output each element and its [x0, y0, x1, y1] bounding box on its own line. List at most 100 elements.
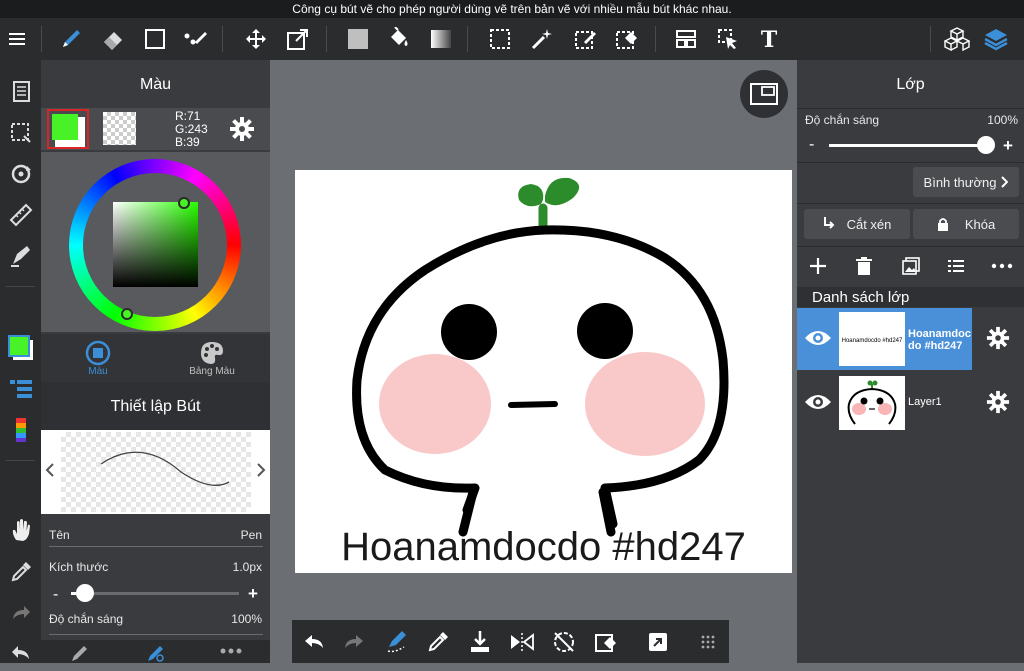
grid-dots-menu-icon[interactable]: [688, 620, 728, 663]
layer-visibility-eye-icon[interactable]: [804, 392, 832, 412]
layer-opacity-value: 100%: [987, 113, 1018, 127]
drawing-canvas[interactable]: Hoanamdocdo #hd247: [295, 170, 792, 573]
canvas-area: Hoanamdocdo #hd247: [270, 60, 797, 663]
lock-button[interactable]: Khóa: [913, 209, 1019, 239]
layer-visibility-eye-icon[interactable]: [804, 328, 832, 348]
text-tool-icon[interactable]: T: [749, 18, 789, 60]
blend-mode-label: Bình thường: [923, 174, 997, 190]
size-slider-knob[interactable]: [76, 584, 95, 602]
move-icon[interactable]: [236, 18, 276, 60]
layer-panel: Lớp Độ chắn sáng 100% - + Bình thường Cắ…: [797, 60, 1024, 663]
material-cubes-icon[interactable]: [937, 18, 977, 60]
selection-pen-icon[interactable]: [566, 18, 606, 60]
pen-tool-icon[interactable]: [51, 18, 91, 60]
brush-stabilizer-icon[interactable]: [377, 620, 417, 663]
size-slider-track[interactable]: [71, 592, 239, 595]
layer-opacity-slider-track[interactable]: [829, 144, 989, 147]
eraser-icon[interactable]: [93, 18, 133, 60]
layer-opacity-plus-button[interactable]: +: [1003, 136, 1013, 156]
layer-more-options-icon[interactable]: [991, 263, 1013, 269]
layer-list-icon[interactable]: [0, 371, 41, 407]
layer-panel-title: Lớp: [896, 76, 925, 93]
more-options-icon[interactable]: [219, 647, 243, 655]
transform-icon[interactable]: [278, 18, 318, 60]
tab-palette[interactable]: Bảng Màu: [155, 334, 269, 382]
blend-mode-button[interactable]: Bình thường: [913, 167, 1019, 197]
layers-icon[interactable]: [976, 18, 1016, 60]
shape-rectangle-icon[interactable]: [135, 18, 175, 60]
layer-thumbnail: [839, 376, 905, 430]
clear-layer-icon[interactable]: [586, 620, 626, 663]
canvas-artwork: [352, 177, 729, 537]
size-plus-button[interactable]: +: [248, 584, 258, 604]
operation-cursor-icon[interactable]: [708, 18, 748, 60]
fill-color-swatch-icon[interactable]: [338, 18, 378, 60]
clipping-button[interactable]: Cắt xén: [804, 209, 910, 239]
left-tool-rail: [0, 60, 41, 663]
size-minus-button[interactable]: -: [53, 586, 58, 604]
color-tabs: Màu Bảng Màu: [41, 334, 270, 382]
color-settings-gear-icon[interactable]: [229, 116, 255, 142]
flip-horizontal-icon[interactable]: [502, 620, 542, 663]
bottom-action-bar: [292, 620, 729, 663]
save-download-icon[interactable]: [460, 620, 500, 663]
undo-button-icon[interactable]: [294, 620, 334, 663]
sv-picker-handle[interactable]: [178, 197, 190, 209]
menu-icon[interactable]: [0, 18, 34, 60]
brush-tab-icon[interactable]: [69, 644, 89, 662]
blend-tool-icon[interactable]: [176, 18, 216, 60]
delete-layer-trash-icon[interactable]: [856, 257, 872, 275]
layer-opacity-minus-button[interactable]: -: [809, 136, 814, 154]
layer-row-selected[interactable]: Hoanamdocdo #hd247 Hoanamdoc do #hd247: [797, 308, 1024, 370]
clipping-arrow-icon: [823, 217, 835, 231]
hue-picker-handle[interactable]: [121, 308, 133, 320]
rgb-b-value: B:39: [175, 135, 200, 149]
layer-name-line2: do #hd247: [908, 340, 963, 352]
frame-divider-icon[interactable]: [666, 18, 706, 60]
layer-settings-gear-icon[interactable]: [986, 390, 1010, 414]
navigator-toggle-icon[interactable]: [740, 70, 788, 118]
selection-eraser-icon[interactable]: [607, 18, 647, 60]
add-layer-icon[interactable]: [809, 257, 827, 275]
redo-icon[interactable]: [0, 595, 41, 631]
saturation-value-square[interactable]: [113, 202, 198, 287]
prev-brush-chevron-left-icon[interactable]: [45, 462, 55, 478]
brush-size-label: Kích thước: [49, 560, 109, 574]
redo-button-icon[interactable]: [334, 620, 374, 663]
brush-edit-icon[interactable]: [0, 238, 41, 274]
layer-image-icon[interactable]: [902, 257, 920, 275]
top-toolbar: T: [0, 18, 1024, 60]
next-brush-chevron-right-icon[interactable]: [256, 462, 266, 478]
magic-wand-icon[interactable]: [522, 18, 562, 60]
eyedropper-icon[interactable]: [0, 554, 41, 590]
palette-icon: [199, 340, 225, 366]
ruler-icon[interactable]: [0, 197, 41, 233]
eyedropper-button-icon[interactable]: [418, 620, 458, 663]
hand-tool-icon[interactable]: [0, 512, 41, 548]
layer-list-options-icon[interactable]: [948, 259, 964, 273]
tab-color[interactable]: Màu: [41, 334, 155, 382]
color-swatch-toggle-icon[interactable]: [0, 330, 41, 366]
color-swatch-row: R:71 G:243 B:39: [41, 108, 270, 150]
main-color-swatch[interactable]: [47, 109, 89, 149]
layer-row[interactable]: Layer1: [797, 372, 1024, 434]
rotate-reset-icon[interactable]: [544, 620, 584, 663]
layer-settings-gear-icon[interactable]: [986, 326, 1010, 350]
share-export-icon[interactable]: [638, 620, 678, 663]
color-palette-strip-icon[interactable]: [0, 412, 41, 448]
transparent-color-swatch[interactable]: [103, 112, 136, 145]
brush-opacity-value: 100%: [231, 612, 262, 626]
panel-bottom-tabs: [41, 640, 270, 663]
select-area-icon[interactable]: [0, 115, 41, 151]
layer-list-header-label: Danh sách lớp: [812, 289, 910, 306]
selection-icon[interactable]: [480, 18, 520, 60]
pages-icon[interactable]: [0, 74, 41, 110]
bucket-fill-icon[interactable]: [379, 18, 419, 60]
gradient-icon[interactable]: [421, 18, 461, 60]
undo-icon[interactable]: [0, 635, 41, 671]
brush-settings-tab-icon[interactable]: [145, 644, 165, 662]
rotate-canvas-icon[interactable]: [0, 156, 41, 192]
brush-stroke-preview: [100, 451, 230, 486]
layer-opacity-slider-knob[interactable]: [977, 136, 995, 154]
brush-name-label: Tên: [49, 528, 70, 542]
